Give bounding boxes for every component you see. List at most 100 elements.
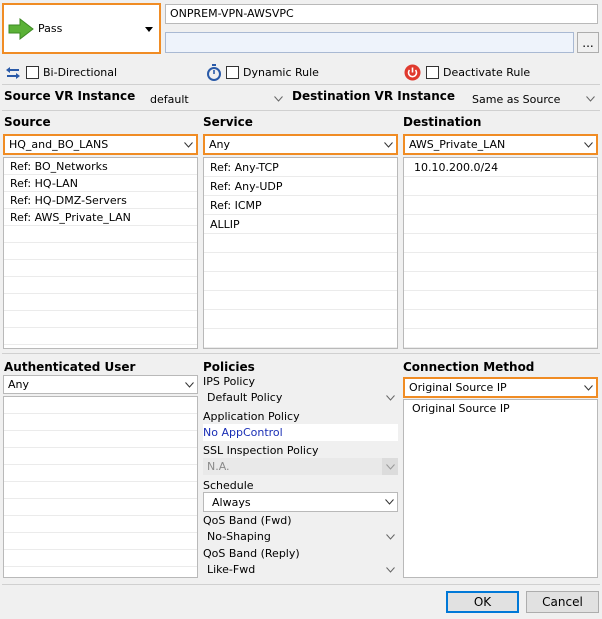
list-item-empty — [4, 260, 197, 277]
qos-fwd-value: No-Shaping — [207, 530, 271, 543]
connection-method-select[interactable]: Original Source IP — [403, 377, 598, 398]
list-item[interactable]: Ref: ICMP — [204, 196, 397, 215]
auth-user-select[interactable]: Any — [3, 375, 198, 394]
list-item-empty — [4, 499, 197, 516]
destination-selected-value: AWS_Private_LAN — [409, 138, 506, 151]
dynamic-rule-label: Dynamic Rule — [243, 66, 319, 79]
chevron-down-icon — [380, 136, 396, 153]
browse-button-label: ... — [582, 35, 594, 50]
list-item[interactable]: Ref: BO_Networks — [4, 158, 197, 175]
qos-reply-select[interactable]: Like-Fwd — [203, 561, 398, 578]
list-item-empty — [4, 226, 197, 243]
chevron-down-icon — [181, 376, 197, 393]
divider — [2, 84, 600, 85]
service-selected-value: Any — [209, 138, 231, 151]
divider — [2, 584, 600, 585]
application-policy-link[interactable]: No AppControl — [203, 426, 283, 439]
ok-button-label: OK — [473, 595, 492, 609]
list-item[interactable]: ALLIP — [204, 215, 397, 234]
list-item-empty — [404, 329, 597, 348]
divider — [2, 353, 600, 354]
chevron-down-icon — [180, 136, 196, 153]
list-item-empty — [204, 253, 397, 272]
list-item-empty — [4, 243, 197, 260]
ssl-inspection-value: N.A. — [207, 460, 230, 473]
schedule-select[interactable]: Always — [203, 492, 398, 512]
rule-description-field[interactable] — [165, 32, 574, 53]
destination-select[interactable]: AWS_Private_LAN — [403, 134, 598, 155]
browse-button[interactable]: ... — [577, 32, 599, 53]
qos-fwd-select[interactable]: No-Shaping — [203, 528, 398, 545]
list-item-empty — [404, 234, 597, 253]
connection-method-value: Original Source IP — [409, 381, 507, 394]
action-label: Pass — [38, 22, 63, 35]
auth-user-selected-value: Any — [8, 378, 30, 391]
destination-list[interactable]: 10.10.200.0/24 — [403, 157, 598, 349]
list-item[interactable]: Ref: HQ-DMZ-Servers — [4, 192, 197, 209]
bidirectional-checkbox[interactable] — [26, 66, 39, 79]
application-policy-field[interactable]: No AppControl — [203, 424, 398, 441]
list-item[interactable]: Ref: Any-UDP — [204, 177, 397, 196]
destination-vr-label: Destination VR Instance — [292, 89, 456, 103]
divider — [2, 110, 600, 111]
ok-button[interactable]: OK — [446, 591, 519, 613]
chevron-down-icon — [580, 379, 596, 396]
deactivate-rule-label: Deactivate Rule — [443, 66, 531, 79]
application-policy-label: Application Policy — [203, 410, 300, 423]
cancel-button-label: Cancel — [542, 595, 583, 609]
rule-name-field[interactable]: ONPREM-VPN-AWSVPC — [165, 4, 598, 24]
list-item-empty — [4, 533, 197, 550]
list-item-empty — [4, 431, 197, 448]
chevron-down-icon — [382, 528, 398, 545]
service-header: Service — [203, 115, 253, 129]
list-item-empty — [404, 291, 597, 310]
list-item-empty — [4, 328, 197, 345]
list-item[interactable]: Ref: Any-TCP — [204, 158, 397, 177]
list-item-empty — [404, 272, 597, 291]
list-item-empty — [204, 329, 397, 348]
power-icon — [404, 64, 421, 81]
chevron-down-icon — [382, 389, 398, 406]
list-item-empty — [4, 277, 197, 294]
auth-user-header: Authenticated User — [4, 360, 136, 374]
action-selector[interactable]: Pass — [2, 3, 161, 54]
cancel-button[interactable]: Cancel — [526, 591, 599, 613]
list-item[interactable]: Ref: HQ-LAN — [4, 175, 197, 192]
service-list[interactable]: Ref: Any-TCP Ref: Any-UDP Ref: ICMP ALLI… — [203, 157, 398, 349]
list-item[interactable]: Original Source IP — [404, 400, 597, 417]
schedule-label: Schedule — [203, 479, 254, 492]
list-item-empty — [204, 272, 397, 291]
list-item-empty — [204, 291, 397, 310]
list-item-empty — [4, 311, 197, 328]
dynamic-rule-icon — [206, 64, 222, 81]
auth-user-list[interactable] — [3, 396, 198, 578]
source-selected-value: HQ_and_BO_LANS — [9, 138, 109, 151]
source-vr-label: Source VR Instance — [4, 89, 136, 103]
ips-policy-label: IPS Policy — [203, 375, 255, 388]
dynamic-rule-checkbox[interactable] — [226, 66, 239, 79]
list-item[interactable]: 10.10.200.0/24 — [404, 158, 597, 177]
source-list[interactable]: Ref: BO_Networks Ref: HQ-LAN Ref: HQ-DMZ… — [3, 157, 198, 349]
connection-method-list[interactable]: Original Source IP — [403, 399, 598, 578]
source-vr-select[interactable]: default — [146, 89, 286, 109]
rule-name-text: ONPREM-VPN-AWSVPC — [170, 7, 294, 20]
source-header: Source — [4, 115, 51, 129]
destination-vr-value: Same as Source — [472, 92, 561, 106]
list-item-empty — [4, 448, 197, 465]
qos-reply-label: QoS Band (Reply) — [203, 547, 300, 560]
connection-method-header: Connection Method — [403, 360, 535, 374]
list-item-empty — [4, 414, 197, 431]
destination-vr-select[interactable]: Same as Source — [468, 89, 598, 109]
deactivate-rule-checkbox[interactable] — [426, 66, 439, 79]
chevron-down-icon — [381, 493, 397, 511]
ssl-inspection-select: N.A. — [203, 458, 398, 475]
service-select[interactable]: Any — [203, 134, 398, 155]
list-item-empty — [4, 550, 197, 567]
list-item[interactable]: Ref: AWS_Private_LAN — [4, 209, 197, 226]
ips-policy-select[interactable]: Default Policy — [203, 389, 398, 406]
source-select[interactable]: HQ_and_BO_LANS — [3, 134, 198, 155]
list-item-empty — [404, 215, 597, 234]
list-item-empty — [404, 310, 597, 329]
list-item-empty — [204, 310, 397, 329]
list-item-empty — [204, 234, 397, 253]
